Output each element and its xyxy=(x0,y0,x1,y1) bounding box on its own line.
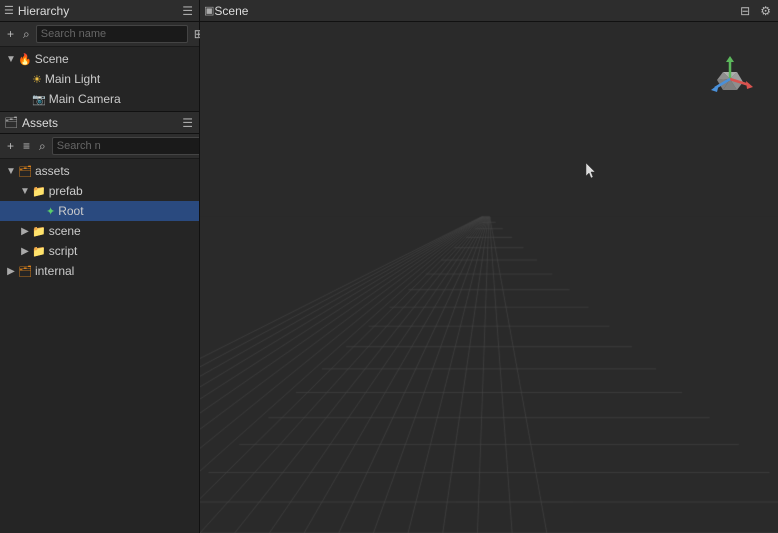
assets-search-input[interactable] xyxy=(52,137,199,155)
scene-folder-label: scene xyxy=(49,224,81,238)
scene-arrow: ▼ xyxy=(4,54,18,65)
hierarchy-main-camera[interactable]: 📷 Main Camera xyxy=(0,89,199,109)
scene-header: ▣ Scene ⊟ ⚙ xyxy=(200,0,778,22)
hierarchy-menu-button[interactable]: ☰ xyxy=(180,4,195,18)
left-panel: ☰ Hierarchy ☰ + ⌕ ⊞ ↺ ▼ 🔥 Scene xyxy=(0,0,200,533)
hierarchy-add-button[interactable]: + xyxy=(4,27,17,41)
main-camera-label: Main Camera xyxy=(49,92,121,106)
root-prefab-label: Root xyxy=(58,204,83,218)
hierarchy-main-light[interactable]: ☀ Main Light xyxy=(0,69,199,89)
scene-panel-title: Scene xyxy=(214,4,737,18)
main-light-label: Main Light xyxy=(45,72,100,86)
prefab-arrow: ▼ xyxy=(18,186,32,197)
scene-view: ▣ Scene ⊟ ⚙ xyxy=(200,0,778,533)
scene-icon: 🔥 xyxy=(18,53,32,66)
scene-toolbar-right: ⊟ ⚙ xyxy=(737,3,774,19)
assets-root-icon: 🗂 xyxy=(18,165,32,178)
scene-panel-icon: ▣ xyxy=(204,4,214,17)
hierarchy-header: ☰ Hierarchy ☰ xyxy=(0,0,199,22)
hierarchy-search-icon-button[interactable]: ⌕ xyxy=(20,27,33,41)
assets-scene-item[interactable]: ▶ 📁 scene xyxy=(0,221,199,241)
assets-toolbar: + ≡ ⌕ ⊞ ↺ xyxy=(0,134,199,159)
hierarchy-panel: ☰ Hierarchy ☰ + ⌕ ⊞ ↺ ▼ 🔥 Scene xyxy=(0,0,199,112)
assets-script-item[interactable]: ▶ 📁 script xyxy=(0,241,199,261)
scene-gizmo xyxy=(703,52,758,107)
hierarchy-icon: ☰ xyxy=(4,4,14,17)
scene-folder-icon: 📁 xyxy=(32,225,46,238)
main-light-icon: ☀ xyxy=(32,73,42,86)
main-camera-icon: 📷 xyxy=(32,93,46,106)
assets-root-item[interactable]: ▼ 🗂 assets xyxy=(0,161,199,181)
assets-tree: ▼ 🗂 assets ▼ 📁 prefab ✦ Root xyxy=(0,159,199,283)
internal-arrow: ▶ xyxy=(4,266,18,277)
assets-prefab-item[interactable]: ▼ 📁 prefab xyxy=(0,181,199,201)
script-folder-label: script xyxy=(49,244,78,258)
scene-label: Scene xyxy=(35,52,69,66)
internal-folder-label: internal xyxy=(35,264,74,278)
scene-canvas[interactable] xyxy=(200,22,778,533)
prefab-folder-icon: 📁 xyxy=(32,185,46,198)
assets-root-arrow: ▼ xyxy=(4,166,18,177)
hierarchy-toolbar: + ⌕ ⊞ ↺ xyxy=(0,22,199,47)
assets-root-prefab-item[interactable]: ✦ Root xyxy=(0,201,199,221)
assets-search-icon-button[interactable]: ⌕ xyxy=(36,139,49,153)
scene-display-button[interactable]: ⊟ xyxy=(737,3,753,19)
assets-sort-button[interactable]: ≡ xyxy=(20,139,33,153)
scene-folder-arrow: ▶ xyxy=(18,226,32,237)
script-arrow: ▶ xyxy=(18,246,32,257)
hierarchy-search-input[interactable] xyxy=(36,25,188,43)
assets-title: Assets xyxy=(22,116,176,130)
assets-panel: 🗂 Assets ☰ + ≡ ⌕ ⊞ ↺ ▼ 🗂 assets xyxy=(0,112,199,533)
assets-internal-item[interactable]: ▶ 🗂 internal xyxy=(0,261,199,281)
root-prefab-icon: ✦ xyxy=(46,205,55,218)
hierarchy-title: Hierarchy xyxy=(18,4,176,18)
hierarchy-scene-root[interactable]: ▼ 🔥 Scene xyxy=(0,49,199,69)
assets-icon: 🗂 xyxy=(4,116,18,129)
assets-root-label: assets xyxy=(35,164,70,178)
internal-folder-icon: 🗂 xyxy=(18,265,32,278)
scene-grid xyxy=(200,22,778,533)
assets-header: 🗂 Assets ☰ xyxy=(0,112,199,134)
script-folder-icon: 📁 xyxy=(32,245,46,258)
gizmo-svg xyxy=(703,52,758,107)
assets-menu-button[interactable]: ☰ xyxy=(180,116,195,130)
scene-settings-button[interactable]: ⚙ xyxy=(757,3,774,19)
assets-add-button[interactable]: + xyxy=(4,139,17,153)
prefab-label: prefab xyxy=(49,184,83,198)
hierarchy-tree: ▼ 🔥 Scene ☀ Main Light 📷 Main Camera xyxy=(0,47,199,111)
